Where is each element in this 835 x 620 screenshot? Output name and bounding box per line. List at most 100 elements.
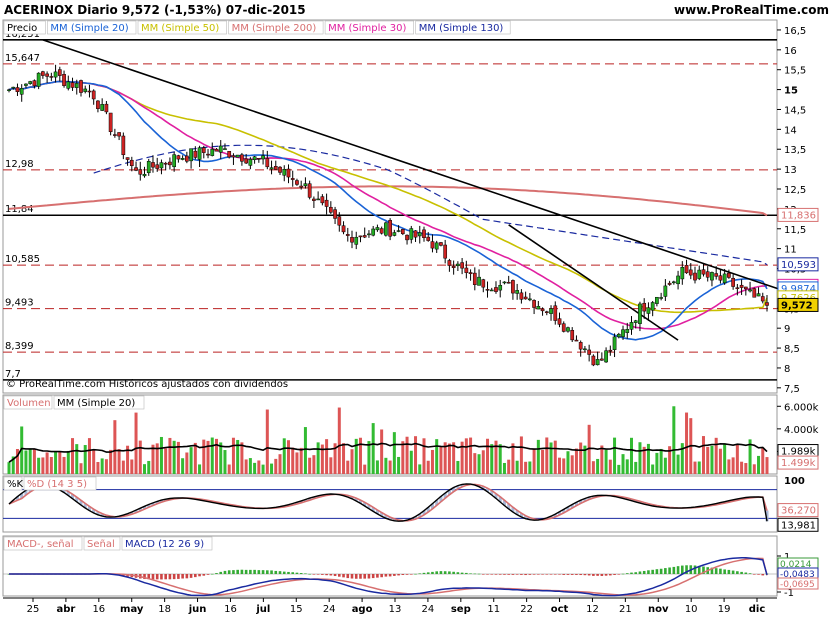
chart-canvas[interactable]: 16,5 16 15,5 15 14,5 14 13,5 13 12,5 12 11,5 11 10,5… [0,0,835,620]
x-tick-label: 12 [586,604,599,615]
volume-bar [693,461,697,474]
volume-bar [524,461,528,474]
volume-bar [562,458,566,474]
volume-bar [87,438,91,474]
volume-bar [219,442,223,474]
macd-histogram-bar [532,574,536,575]
candle-body [299,185,304,188]
volume-bar [104,459,108,474]
macd-histogram-bar [566,574,570,575]
legend-item: Precio [7,23,37,34]
legend-item: MM (Simple 50) [141,23,219,34]
candle-body [621,329,625,337]
volume-bar [375,460,379,474]
macd-histogram-bar [227,570,231,574]
macd-histogram-bar [312,574,316,575]
legend-item: MM (Simple 130) [419,23,504,34]
macd-histogram-bar [316,574,320,575]
macd-histogram-bar [524,574,527,576]
macd-histogram-bar [744,572,748,574]
volume-bar [100,458,104,474]
macd-histogram-bar [748,573,752,574]
volume-bar [303,427,307,474]
volume-bar [392,432,396,474]
volume-bar [164,448,168,474]
volume-bar [113,420,117,474]
volume-bar [706,446,710,474]
macd-histogram-bar [575,574,578,575]
volume-bar [676,454,680,474]
macd-histogram-bar [278,571,282,574]
candle-body [477,276,481,286]
candle-body [312,198,316,201]
price-tick-label: 16 [784,46,797,57]
x-tick-label: 10 [685,604,698,615]
volume-bar [202,439,206,474]
x-tick-label: may [120,604,144,615]
stoch-tick-label: 100 [784,476,805,487]
x-tick-label: dic [749,604,766,615]
volume-bar [159,436,163,474]
candle-body [303,183,308,187]
candle-body [350,237,354,243]
volume-bar [299,447,303,474]
legend-item: MM (Simple 200) [232,23,317,34]
volume-tick-label: 4.000k [784,425,819,436]
macd-histogram-bar [287,571,290,574]
macd-histogram-bar [172,574,176,580]
volume-bar [646,443,650,474]
macd-histogram-bar [490,574,494,575]
candle-body [337,216,342,226]
level-label: 15,647 [5,53,40,64]
volume-bar [511,443,515,474]
candle-body [489,289,494,292]
price-tick-label: 11,5 [784,225,806,236]
macd-histogram-bar [329,574,333,576]
volume-bar [473,453,477,474]
x-tick-label: jul [255,604,270,615]
candle-body [62,74,66,86]
candle-body [413,230,418,238]
volume-bar [430,449,434,474]
candle-body [295,180,299,185]
price-value-label: 11,836 [781,210,816,221]
candle-body [494,287,498,292]
macd-histogram-bar [177,574,180,579]
macd-histogram-bar [553,574,557,575]
macd-histogram-bar [342,574,345,578]
x-tick-label: 21 [619,604,632,615]
volume-bar [253,462,257,474]
volume-bar [452,442,456,474]
candle-body [680,267,685,280]
macd-histogram-bar [384,574,388,577]
macd-histogram-bar [740,571,743,574]
candle-body [667,282,672,285]
macd-histogram-bar [558,574,561,575]
macd-histogram-bar [354,574,358,579]
volume-bar [541,449,545,474]
candle-body [261,155,265,160]
volume-bar [231,437,235,474]
volume-bar [185,452,189,474]
volume-bar [456,460,460,474]
candle-body [752,288,757,298]
x-tick-label: 18 [158,604,171,615]
macd-histogram-bar [693,565,697,574]
candle-body [45,73,49,77]
candle-body [7,89,11,91]
candle-body [468,272,473,275]
volume-bar [570,455,574,474]
candle-body [91,90,96,100]
candle-body [646,307,651,314]
volume-bar [248,458,252,474]
volume-bar [329,457,333,474]
volume-bar [422,438,426,474]
macd-histogram-bar [439,571,443,574]
level-label: 12,98 [5,159,34,170]
volume-bar [439,446,443,474]
stochastic-panel [2,475,778,533]
candle-body [218,145,223,153]
candle-body [235,154,240,158]
candle-body [57,69,62,76]
macd-histogram-bar [634,572,638,574]
